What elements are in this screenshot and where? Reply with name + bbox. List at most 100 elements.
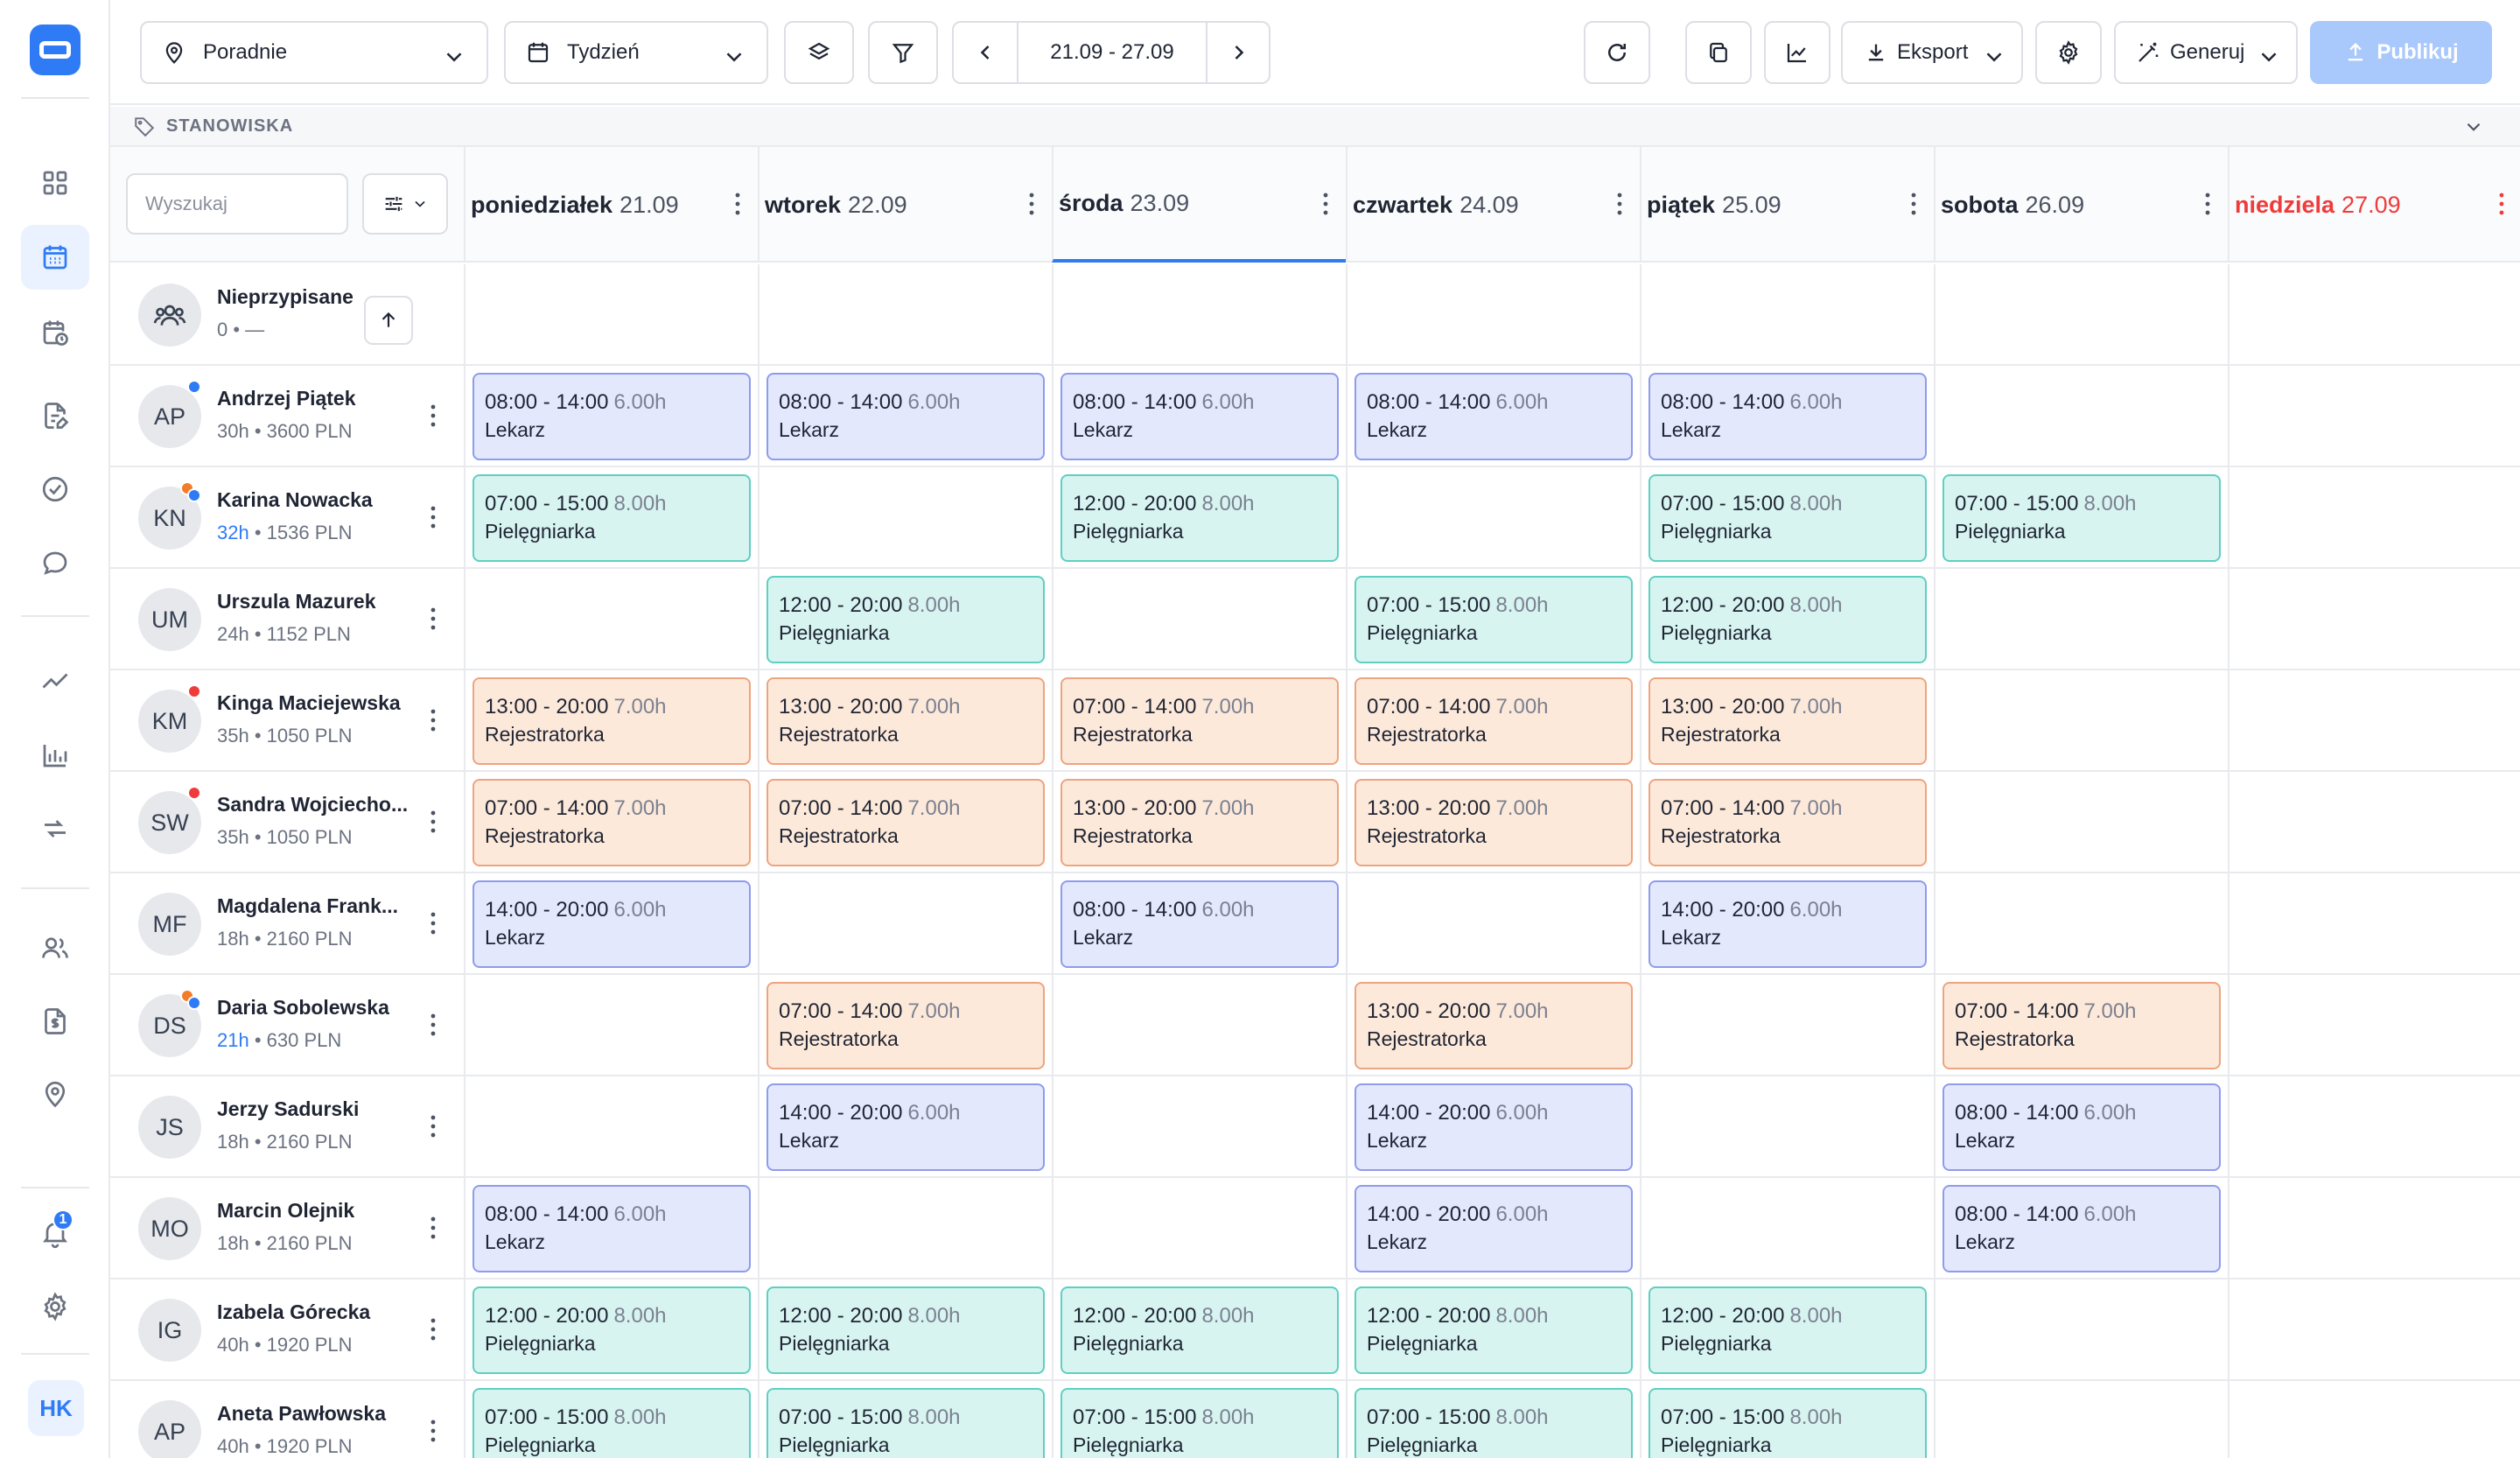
shift-card[interactable]: 14:00 - 20:00 6.00h Lekarz	[1354, 1083, 1633, 1171]
day-options-icon[interactable]	[1029, 193, 1034, 215]
shift-card[interactable]: 12:00 - 20:00 8.00h Pielęgniarka	[1354, 1286, 1633, 1374]
export-button[interactable]: Eksport	[1841, 21, 2023, 84]
employee-cell[interactable]: MO Marcin Olejnik 18h • 2160 PLN	[110, 1178, 464, 1279]
shift-card[interactable]: 13:00 - 20:00 7.00h Rejestratorka	[1648, 677, 1927, 765]
employee-options-icon[interactable]	[430, 607, 436, 630]
employee-options-icon[interactable]	[430, 404, 436, 427]
settings-button[interactable]	[2035, 21, 2102, 84]
employee-options-icon[interactable]	[430, 1013, 436, 1036]
shift-card[interactable]: 08:00 - 14:00 6.00h Lekarz	[1354, 373, 1633, 460]
shift-card[interactable]: 08:00 - 14:00 6.00h Lekarz	[1942, 1083, 2221, 1171]
shift-card[interactable]: 08:00 - 14:00 6.00h Lekarz	[1648, 373, 1927, 460]
sidebar-item-absences[interactable]	[21, 300, 89, 365]
employee-options-icon[interactable]	[430, 1318, 436, 1341]
shift-card[interactable]: 08:00 - 14:00 6.00h Lekarz	[472, 1185, 751, 1272]
previous-week-button[interactable]	[954, 23, 1017, 82]
layers-button[interactable]	[784, 21, 854, 84]
shift-card[interactable]: 07:00 - 15:00 8.00h Pielęgniarka	[1648, 474, 1927, 562]
shift-card[interactable]: 08:00 - 14:00 6.00h Lekarz	[766, 373, 1045, 460]
shift-card[interactable]: 07:00 - 15:00 8.00h Pielęgniarka	[1648, 1388, 1927, 1458]
shift-card[interactable]: 14:00 - 20:00 6.00h Lekarz	[1354, 1185, 1633, 1272]
shift-card[interactable]: 07:00 - 15:00 8.00h Pielęgniarka	[766, 1388, 1045, 1458]
shift-card[interactable]: 12:00 - 20:00 8.00h Pielęgniarka	[766, 576, 1045, 663]
employee-cell[interactable]: KN Karina Nowacka 32h • 1536 PLN	[110, 467, 464, 569]
sidebar-item-reports[interactable]	[21, 723, 89, 788]
date-range-label[interactable]: 21.09 - 27.09	[1018, 23, 1206, 82]
employee-cell[interactable]: DS Daria Sobolewska 21h • 630 PLN	[110, 975, 464, 1076]
employee-options-icon[interactable]	[430, 709, 436, 732]
day-header[interactable]: środa 23.09	[1052, 147, 1346, 263]
shift-card[interactable]: 14:00 - 20:00 6.00h Lekarz	[1648, 880, 1927, 968]
location-select[interactable]: Poradnie	[140, 21, 488, 84]
shift-card[interactable]: 07:00 - 15:00 8.00h Pielęgniarka	[1354, 576, 1633, 663]
chevron-down-icon[interactable]	[2462, 116, 2485, 138]
sidebar-item-trends[interactable]	[21, 648, 89, 713]
statistics-button[interactable]	[1764, 21, 1830, 84]
sidebar-item-schedule[interactable]	[21, 225, 89, 290]
day-header[interactable]: piątek 25.09	[1640, 147, 1934, 263]
employee-cell[interactable]: JS Jerzy Sadurski 18h • 2160 PLN	[110, 1076, 464, 1178]
employee-options-icon[interactable]	[430, 1115, 436, 1138]
sidebar-item-approvals[interactable]	[21, 457, 89, 522]
sidebar-item-messages[interactable]	[21, 531, 89, 596]
sidebar-item-locations[interactable]	[21, 1062, 89, 1126]
shift-card[interactable]: 13:00 - 20:00 7.00h Rejestratorka	[766, 677, 1045, 765]
shift-card[interactable]: 12:00 - 20:00 8.00h Pielęgniarka	[1648, 1286, 1927, 1374]
day-header[interactable]: poniedziałek 21.09	[464, 147, 758, 263]
shift-card[interactable]: 12:00 - 20:00 8.00h Pielęgniarka	[1648, 576, 1927, 663]
sidebar-item-requests[interactable]	[21, 383, 89, 448]
shift-card[interactable]: 13:00 - 20:00 7.00h Rejestratorka	[472, 677, 751, 765]
employee-cell[interactable]: AP Andrzej Piątek 30h • 3600 PLN	[110, 366, 464, 467]
employee-cell[interactable]: MF Magdalena Frank... 18h • 2160 PLN	[110, 873, 464, 975]
shift-card[interactable]: 12:00 - 20:00 8.00h Pielęgniarka	[1060, 474, 1339, 562]
sidebar-item-swaps[interactable]	[21, 796, 89, 861]
shift-card[interactable]: 12:00 - 20:00 8.00h Pielęgniarka	[1060, 1286, 1339, 1374]
sidebar-item-settings[interactable]	[21, 1274, 89, 1339]
shift-card[interactable]: 13:00 - 20:00 7.00h Rejestratorka	[1060, 779, 1339, 866]
collapse-unassigned-button[interactable]	[364, 296, 413, 345]
shift-card[interactable]: 08:00 - 14:00 6.00h Lekarz	[472, 373, 751, 460]
day-header[interactable]: czwartek 24.09	[1346, 147, 1640, 263]
shift-card[interactable]: 08:00 - 14:00 6.00h Lekarz	[1942, 1185, 2221, 1272]
day-options-icon[interactable]	[1911, 193, 1916, 215]
day-options-icon[interactable]	[2499, 193, 2504, 215]
period-select[interactable]: Tydzień	[504, 21, 768, 84]
shift-card[interactable]: 07:00 - 15:00 8.00h Pielęgniarka	[1942, 474, 2221, 562]
day-options-icon[interactable]	[2205, 193, 2210, 215]
copy-button[interactable]	[1685, 21, 1752, 84]
shift-card[interactable]: 13:00 - 20:00 7.00h Rejestratorka	[1354, 779, 1633, 866]
shift-card[interactable]: 07:00 - 14:00 7.00h Rejestratorka	[1648, 779, 1927, 866]
shift-card[interactable]: 07:00 - 14:00 7.00h Rejestratorka	[766, 779, 1045, 866]
publish-button[interactable]: Publikuj	[2310, 21, 2492, 84]
day-header[interactable]: wtorek 22.09	[758, 147, 1052, 263]
shift-card[interactable]: 14:00 - 20:00 6.00h Lekarz	[766, 1083, 1045, 1171]
shift-card[interactable]: 07:00 - 14:00 7.00h Rejestratorka	[1942, 982, 2221, 1069]
sidebar-item-payroll[interactable]	[21, 989, 89, 1054]
day-options-icon[interactable]	[735, 193, 740, 215]
shift-card[interactable]: 07:00 - 15:00 8.00h Pielęgniarka	[472, 474, 751, 562]
employee-options-icon[interactable]	[430, 912, 436, 935]
shift-card[interactable]: 07:00 - 14:00 7.00h Rejestratorka	[1354, 677, 1633, 765]
shift-card[interactable]: 07:00 - 14:00 7.00h Rejestratorka	[1060, 677, 1339, 765]
shift-card[interactable]: 07:00 - 15:00 8.00h Pielęgniarka	[472, 1388, 751, 1458]
employee-cell[interactable]: AP Aneta Pawłowska 40h • 1920 PLN	[110, 1381, 464, 1458]
app-logo[interactable]	[30, 25, 80, 75]
view-options-button[interactable]	[362, 173, 448, 235]
employee-search-input[interactable]: Wyszukaj	[126, 173, 348, 235]
employee-cell[interactable]: SW Sandra Wojciecho... 35h • 1050 PLN	[110, 772, 464, 873]
positions-section-header[interactable]: STANOWISKA	[110, 107, 2520, 147]
filter-button[interactable]	[868, 21, 938, 84]
shift-card[interactable]: 13:00 - 20:00 7.00h Rejestratorka	[1354, 982, 1633, 1069]
shift-card[interactable]: 07:00 - 15:00 8.00h Pielęgniarka	[1354, 1388, 1633, 1458]
shift-card[interactable]: 07:00 - 14:00 7.00h Rejestratorka	[766, 982, 1045, 1069]
employee-options-icon[interactable]	[430, 1419, 436, 1442]
sidebar-item-dashboard[interactable]	[21, 151, 89, 215]
next-week-button[interactable]	[1208, 23, 1270, 82]
refresh-button[interactable]	[1584, 21, 1650, 84]
employee-cell[interactable]: UM Urszula Mazurek 24h • 1152 PLN	[110, 569, 464, 670]
sidebar-item-employees[interactable]	[21, 916, 89, 981]
employee-options-icon[interactable]	[430, 810, 436, 833]
day-header[interactable]: niedziela 27.09	[2228, 147, 2520, 263]
user-avatar[interactable]: HK	[28, 1380, 84, 1436]
sidebar-item-notifications[interactable]: 1	[21, 1201, 89, 1265]
